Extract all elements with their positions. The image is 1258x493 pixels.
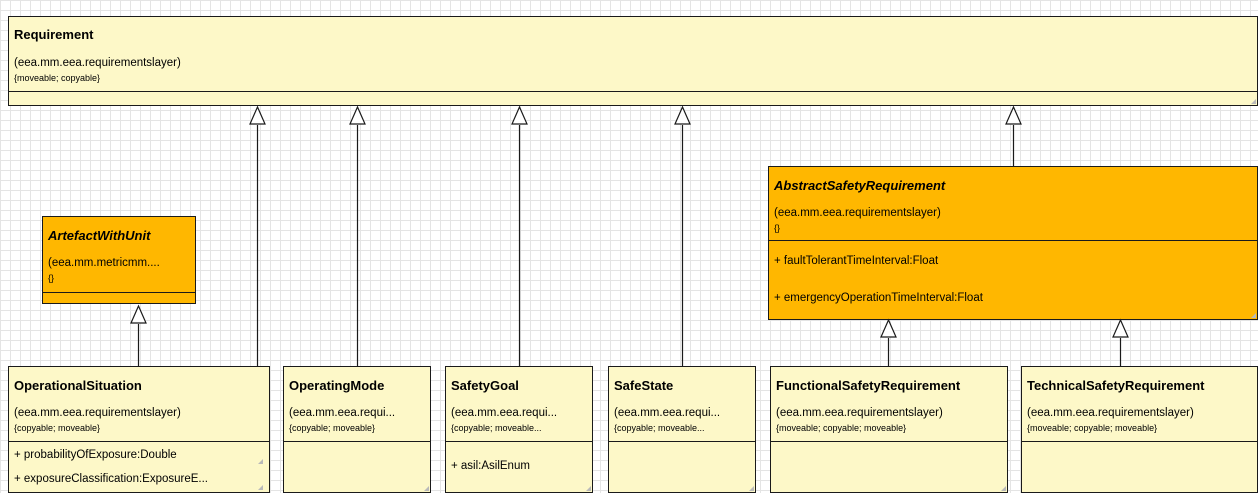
inheritance-arrowhead-icon: [511, 105, 528, 125]
inheritance-arrowhead-icon: [130, 304, 147, 324]
inheritance-links: [130, 105, 1129, 366]
inheritance-arrowhead-icon: [1005, 105, 1022, 125]
inheritance-arrowhead-icon: [249, 105, 266, 125]
inheritance-arrowhead-icon: [1112, 318, 1129, 338]
inheritance-arrowhead-icon: [880, 318, 897, 338]
inheritance-arrowhead-icon: [349, 105, 366, 125]
inheritance-arrowhead-icon: [674, 105, 691, 125]
